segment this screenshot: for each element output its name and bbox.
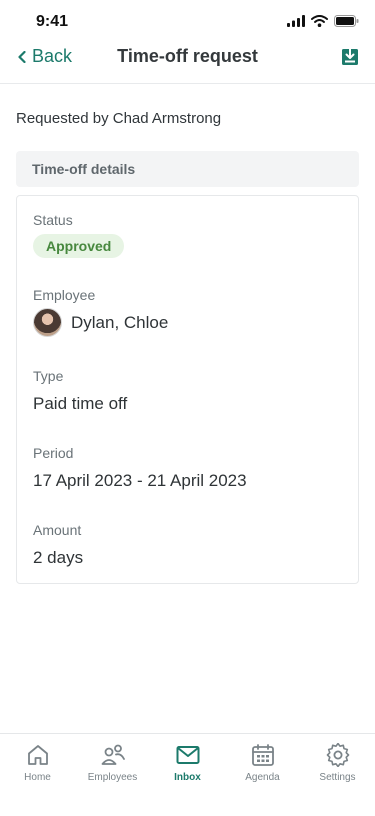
tab-bar: Home Employees Inbox Agenda Settings	[0, 733, 375, 816]
download-button[interactable]	[341, 46, 359, 71]
battery-icon	[334, 15, 359, 27]
amount-label: Amount	[33, 522, 82, 538]
wifi-icon	[311, 15, 328, 27]
tab-employees-label: Employees	[87, 772, 138, 783]
employees-icon	[101, 744, 125, 765]
type-label: Type	[33, 368, 64, 384]
type-value: Paid time off	[33, 394, 128, 413]
employee-label: Employee	[33, 287, 96, 303]
tab-settings[interactable]: Settings	[300, 734, 375, 794]
tab-settings-label: Settings	[319, 772, 356, 783]
employee-row[interactable]: Dylan, Chloe	[33, 308, 168, 337]
status-bar: 9:41	[0, 0, 375, 44]
requested-by-text: Requested by Chad Armstrong	[16, 110, 222, 127]
download-icon	[342, 48, 358, 65]
period-label: Period	[33, 445, 74, 461]
inbox-icon	[176, 746, 200, 764]
section-header-time-off-details: Time-off details	[16, 151, 359, 187]
tab-home[interactable]: Home	[0, 734, 75, 794]
tab-inbox-label: Inbox	[174, 772, 201, 783]
navigation-bar: Back Time-off request	[0, 44, 375, 84]
calendar-icon	[252, 744, 274, 766]
status-time: 9:41	[36, 13, 69, 30]
page-title: Time-off request	[117, 46, 258, 66]
tab-agenda[interactable]: Agenda	[225, 734, 300, 794]
employee-name: Dylan, Chloe	[71, 312, 169, 332]
tab-agenda-label: Agenda	[245, 772, 280, 783]
status-badge: Approved	[33, 234, 125, 258]
amount-value: 2 days	[33, 548, 84, 567]
avatar	[33, 308, 62, 337]
home-icon	[28, 745, 48, 765]
gear-icon	[326, 743, 350, 767]
period-value: 17 April 2023 - 21 April 2023	[33, 471, 247, 490]
tab-inbox[interactable]: Inbox	[150, 734, 225, 794]
signal-icon	[287, 15, 305, 27]
time-off-details-card: Status Approved Employee Dylan, Chloe Ty…	[16, 195, 359, 584]
tab-home-label: Home	[24, 772, 51, 783]
status-icons	[287, 15, 359, 27]
status-label: Status	[33, 212, 73, 228]
tab-employees[interactable]: Employees	[75, 734, 150, 794]
